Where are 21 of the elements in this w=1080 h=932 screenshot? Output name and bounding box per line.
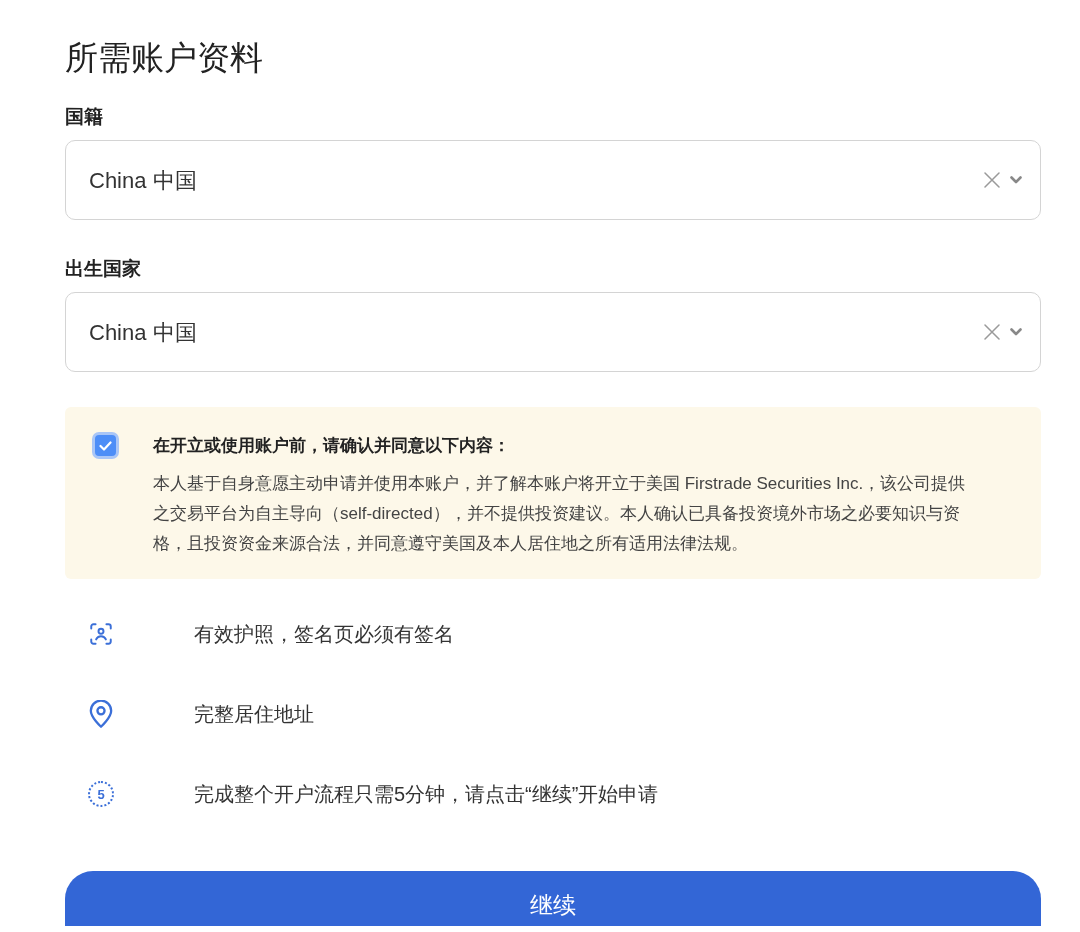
consent-heading: 在开立或使用账户前，请确认并同意以下内容： <box>153 435 511 457</box>
face-scan-icon <box>88 621 114 647</box>
consent-text: 本人基于自身意愿主动申请并使用本账户，并了解本账户将开立于美国 Firstrade Securities Inc.，该公司提供之交易平台为自主导向（self-directed），并不提供投资建议。本人确认已具备投资境外市场之必要知识与资格，且投资资金来源合法，并同意遵守美国及本人居住地之所有适用法律法规。 <box>153 473 967 555</box>
close-icon[interactable] <box>984 324 1000 340</box>
consent-checkbox[interactable] <box>92 432 119 459</box>
country-select[interactable]: China 中国 <box>65 292 1041 372</box>
field-label: 出生国家 <box>65 257 142 281</box>
page-title: 所需账户资料 <box>65 38 264 78</box>
chevron-down-icon[interactable] <box>1010 176 1022 184</box>
requirement-text: 完成整个开户流程只需5分钟，请点击“继续”开始申请 <box>194 782 659 807</box>
requirement-text: 完整居住地址 <box>194 702 314 727</box>
continue-button[interactable]: 继续 <box>65 871 1041 926</box>
select-value: China 中国 <box>89 318 198 347</box>
select-value: China 中国 <box>89 166 198 195</box>
field-label: 国籍 <box>65 105 104 129</box>
map-pin-icon <box>88 700 114 728</box>
chevron-down-icon[interactable] <box>1010 328 1022 336</box>
close-icon[interactable] <box>984 172 1000 188</box>
check-icon <box>99 440 112 451</box>
requirement-text: 有效护照，签名页必须有签名 <box>194 622 454 647</box>
country-select[interactable]: China 中国 <box>65 140 1041 220</box>
